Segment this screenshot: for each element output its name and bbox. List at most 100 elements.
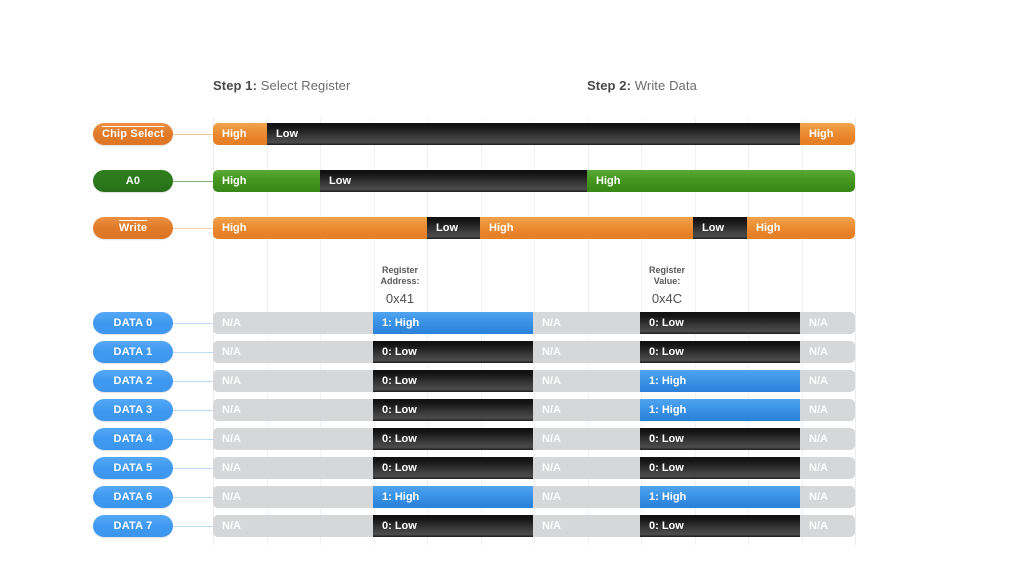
data-address-bit-2: 0: Low: [373, 370, 533, 392]
segment-write-2: High: [480, 217, 693, 239]
leader-line-data-6: [173, 497, 213, 498]
leader-line-data-4: [173, 439, 213, 440]
annotation-register-value: Register Value: 0x4C: [597, 265, 737, 308]
data-label-1[interactable]: DATA 1: [93, 341, 173, 363]
data-value-bit-0: 0: Low: [640, 312, 800, 334]
data-na-leading-2: N/A: [213, 370, 373, 392]
data-na-middle-1: N/A: [533, 341, 640, 363]
data-na-leading-7: N/A: [213, 515, 373, 537]
leader-line-chip-select: [173, 134, 213, 135]
annotation-value: 0x4C: [651, 291, 683, 306]
data-track-4: N/A 0: Low N/A 0: Low N/A: [213, 428, 855, 450]
segment-write-0: High: [213, 217, 427, 239]
data-address-bit-7: 0: Low: [373, 515, 533, 537]
data-address-bit-5: 0: Low: [373, 457, 533, 479]
data-address-bit-1: 0: Low: [373, 341, 533, 363]
annotation-value: 0x41: [385, 291, 415, 306]
data-label-3[interactable]: DATA 3: [93, 399, 173, 421]
data-value-bit-6: 1: High: [640, 486, 800, 508]
step-heading-2: Step 2: Write Data: [587, 78, 697, 93]
data-value-bit-3: 1: High: [640, 399, 800, 421]
segment-a0-0: High: [213, 170, 320, 192]
data-na-leading-0: N/A: [213, 312, 373, 334]
leader-line-write: [173, 228, 213, 229]
data-na-middle-0: N/A: [533, 312, 640, 334]
signal-label-text: Write: [118, 220, 148, 234]
data-value-bit-2: 1: High: [640, 370, 800, 392]
data-value-bit-4: 0: Low: [640, 428, 800, 450]
data-track-1: N/A 0: Low N/A 0: Low N/A: [213, 341, 855, 363]
step-number: Step 2:: [587, 78, 632, 93]
data-na-leading-3: N/A: [213, 399, 373, 421]
segment-write-1: Low: [427, 217, 480, 239]
data-value-bit-7: 0: Low: [640, 515, 800, 537]
data-label-2[interactable]: DATA 2: [93, 370, 173, 392]
data-na-trailing-2: N/A: [800, 370, 855, 392]
leader-line-data-2: [173, 381, 213, 382]
data-address-bit-3: 0: Low: [373, 399, 533, 421]
data-track-2: N/A 0: Low N/A 1: High N/A: [213, 370, 855, 392]
segment-chip-select-1: Low: [267, 123, 800, 145]
data-na-leading-6: N/A: [213, 486, 373, 508]
data-value-bit-1: 0: Low: [640, 341, 800, 363]
data-label-5[interactable]: DATA 5: [93, 457, 173, 479]
annotation-title-line1: Register: [648, 265, 685, 275]
gridline-12: [855, 118, 856, 545]
data-na-leading-4: N/A: [213, 428, 373, 450]
data-address-bit-4: 0: Low: [373, 428, 533, 450]
data-na-middle-7: N/A: [533, 515, 640, 537]
data-track-6: N/A 1: High N/A 1: High N/A: [213, 486, 855, 508]
data-na-trailing-1: N/A: [800, 341, 855, 363]
annotation-register-address: Register Address: 0x41: [330, 265, 470, 308]
segment-chip-select-2: High: [800, 123, 855, 145]
step-title: Write Data: [631, 78, 697, 93]
data-address-bit-6: 1: High: [373, 486, 533, 508]
annotation-title-line2: Value:: [653, 276, 681, 286]
segment-write-4: High: [747, 217, 855, 239]
data-label-7[interactable]: DATA 7: [93, 515, 173, 537]
segment-a0-2: High: [587, 170, 855, 192]
signal-label-a0[interactable]: A0: [93, 170, 173, 192]
signal-label-write[interactable]: Write: [93, 217, 173, 239]
data-na-middle-5: N/A: [533, 457, 640, 479]
data-na-trailing-3: N/A: [800, 399, 855, 421]
data-na-middle-2: N/A: [533, 370, 640, 392]
data-na-trailing-0: N/A: [800, 312, 855, 334]
annotation-title-line2: Address:: [380, 276, 420, 286]
data-na-middle-3: N/A: [533, 399, 640, 421]
segment-write-3: Low: [693, 217, 747, 239]
signal-label-chip-select[interactable]: Chip Select: [93, 123, 173, 145]
data-na-middle-4: N/A: [533, 428, 640, 450]
step-heading-1: Step 1: Select Register: [213, 78, 350, 93]
timing-diagram: Step 1: Select Register Step 2: Write Dat…: [0, 0, 1024, 576]
data-value-bit-5: 0: Low: [640, 457, 800, 479]
data-na-trailing-5: N/A: [800, 457, 855, 479]
signal-track-write: High Low High Low High: [213, 217, 855, 239]
leader-line-a0: [173, 181, 213, 182]
leader-line-data-1: [173, 352, 213, 353]
signal-track-a0: High Low High: [213, 170, 855, 192]
data-na-trailing-4: N/A: [800, 428, 855, 450]
annotation-title-line1: Register: [381, 265, 418, 275]
leader-line-data-5: [173, 468, 213, 469]
data-label-0[interactable]: DATA 0: [93, 312, 173, 334]
data-track-7: N/A 0: Low N/A 0: Low N/A: [213, 515, 855, 537]
leader-line-data-3: [173, 410, 213, 411]
data-track-3: N/A 0: Low N/A 1: High N/A: [213, 399, 855, 421]
data-na-middle-6: N/A: [533, 486, 640, 508]
data-label-4[interactable]: DATA 4: [93, 428, 173, 450]
leader-line-data-7: [173, 526, 213, 527]
data-label-6[interactable]: DATA 6: [93, 486, 173, 508]
segment-chip-select-0: High: [213, 123, 267, 145]
data-na-trailing-6: N/A: [800, 486, 855, 508]
data-na-leading-1: N/A: [213, 341, 373, 363]
leader-line-data-0: [173, 323, 213, 324]
data-address-bit-0: 1: High: [373, 312, 533, 334]
data-track-5: N/A 0: Low N/A 0: Low N/A: [213, 457, 855, 479]
signal-track-chip-select: High Low High: [213, 123, 855, 145]
data-track-0: N/A 1: High N/A 0: Low N/A: [213, 312, 855, 334]
segment-a0-1: Low: [320, 170, 587, 192]
step-title: Select Register: [257, 78, 351, 93]
signal-label-text: Chip Select: [101, 126, 165, 140]
step-number: Step 1:: [213, 78, 258, 93]
